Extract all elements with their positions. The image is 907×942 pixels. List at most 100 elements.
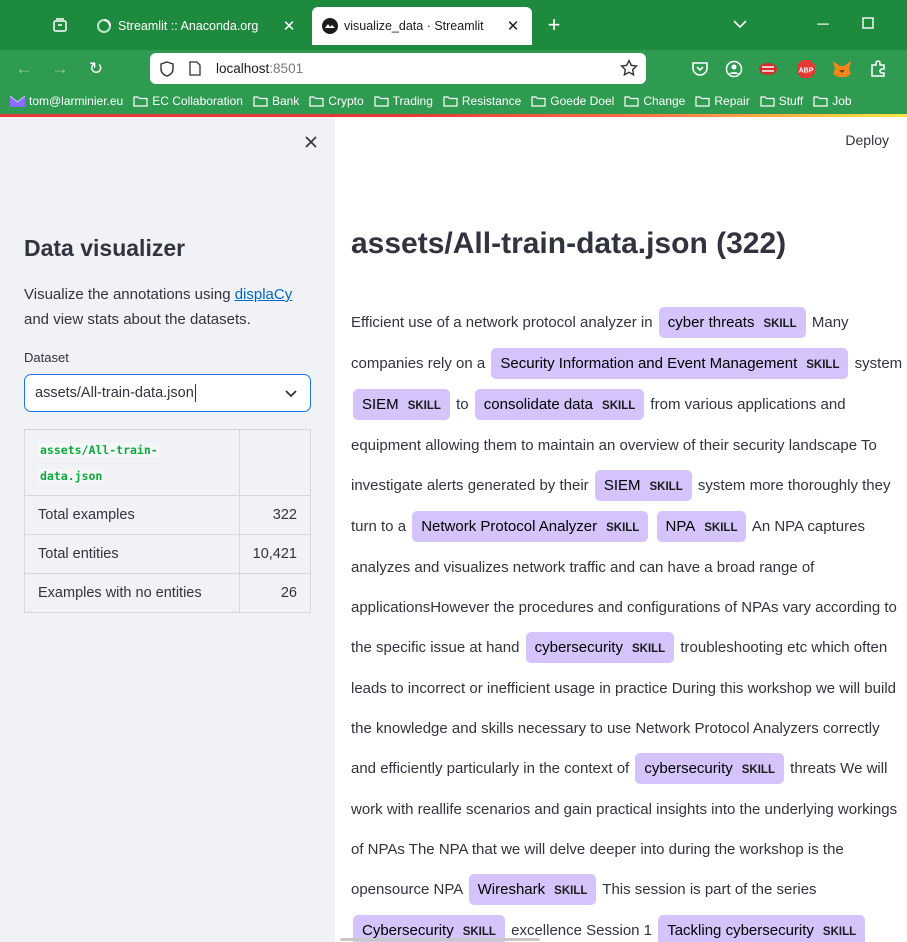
extensions-puzzle-icon[interactable]	[866, 57, 890, 81]
sidebar-title: Data visualizer	[24, 235, 186, 261]
shield-icon[interactable]	[156, 58, 178, 80]
browser-tab-bar: Streamlit :: Anaconda.org ✕ visualize_da…	[0, 0, 907, 50]
entity-label: SKILL	[763, 318, 797, 330]
entity-highlight: SIEM SKILL	[594, 470, 692, 501]
browser-nav-bar: ← → ↻ localhost:8501 ABP	[0, 50, 907, 88]
entity-text: cyber threats	[667, 314, 755, 331]
text-span: threats We will work with reallife scena…	[351, 760, 898, 898]
bookmark-label: Change	[643, 94, 686, 108]
bookmark-star-icon[interactable]	[619, 58, 639, 80]
folder-icon	[443, 96, 458, 107]
entity-text: Network Protocol Analyzer	[421, 518, 598, 535]
list-all-tabs-icon[interactable]	[725, 12, 755, 38]
streamlit-logo-icon	[322, 18, 338, 34]
stat-label: Total examples	[24, 495, 240, 535]
close-tab-icon[interactable]: ✕	[504, 17, 522, 35]
pocket-icon[interactable]	[688, 57, 712, 81]
tab-list-icon[interactable]	[44, 10, 76, 40]
dataset-label: Dataset	[24, 350, 69, 365]
stat-value: 322	[238, 495, 312, 535]
adblock-plus-icon[interactable]: ABP	[794, 57, 818, 81]
entity-label: SKILL	[741, 764, 775, 776]
entity-text: Cybersecurity	[362, 922, 454, 939]
proton-mail-icon	[10, 95, 25, 107]
table-row: Examples with no entities 26	[24, 573, 312, 613]
chevron-down-icon	[285, 390, 297, 398]
entity-label: SKILL	[822, 926, 857, 938]
tab-visualize-data[interactable]: visualize_data · Streamlit ✕	[312, 7, 532, 45]
entity-label: SKILL	[631, 643, 666, 655]
table-header-row: assets/All-train-data.json	[24, 429, 312, 496]
stat-label: Examples with no entities	[24, 573, 240, 613]
text-span: This session is part of the series	[598, 881, 817, 898]
bookmark-folder-ec-collaboration[interactable]: EC Collaboration	[133, 94, 243, 108]
stat-value: 26	[238, 573, 312, 613]
entity-text: cybersecurity	[644, 760, 733, 777]
entity-highlight: Security Information and Event Managemen…	[491, 348, 849, 379]
displacy-visualization: Efficient use of a network protocol anal…	[351, 303, 907, 942]
bookmark-folder-job[interactable]: Job	[813, 94, 852, 108]
close-sidebar-icon[interactable]	[300, 131, 322, 153]
back-arrow-icon[interactable]: ←	[10, 56, 38, 82]
bookmark-label: tom@larminier.eu	[29, 94, 124, 108]
url-bar[interactable]: localhost:8501	[150, 53, 646, 84]
bookmark-folder-goede-doel[interactable]: Goede Doel	[531, 94, 614, 108]
bookmark-folder-crypto[interactable]: Crypto	[309, 94, 364, 108]
entity-label: SKILL	[649, 481, 683, 493]
folder-icon	[813, 96, 828, 107]
url-port: :8501	[269, 61, 304, 76]
text-cursor	[194, 384, 196, 402]
forward-arrow-icon[interactable]: →	[46, 56, 74, 82]
text-span: to	[451, 396, 473, 413]
dataset-select[interactable]: assets/All-train-data.json	[24, 374, 311, 412]
bookmark-proton-mail[interactable]: tom@larminier.eu	[10, 94, 123, 108]
entity-highlight: NPA SKILL	[656, 511, 747, 542]
account-icon[interactable]	[722, 57, 746, 81]
close-tab-icon[interactable]: ✕	[280, 17, 298, 35]
entity-text: NPA	[665, 518, 696, 535]
bookmark-label: Bank	[271, 94, 300, 108]
entity-text: SIEM	[603, 477, 641, 494]
maximize-window-icon[interactable]	[853, 12, 883, 38]
entity-highlight: cyber threats SKILL	[658, 307, 806, 338]
text-span: system	[850, 355, 903, 372]
stat-label: Total entities	[24, 534, 240, 574]
bookmark-folder-resistance[interactable]: Resistance	[443, 94, 521, 108]
bookmark-folder-trading[interactable]: Trading	[374, 94, 433, 108]
page-info-icon[interactable]	[184, 58, 206, 80]
folder-icon	[253, 96, 268, 107]
bookmark-folder-bank[interactable]: Bank	[253, 94, 299, 108]
entity-highlight: consolidate data SKILL	[474, 389, 645, 420]
tab-title: Streamlit :: Anaconda.org	[118, 19, 259, 33]
new-tab-button[interactable]: +	[540, 12, 568, 40]
text-span: Efficient use of a network protocol anal…	[351, 314, 657, 331]
description-text: Visualize the annotations using	[24, 286, 235, 303]
bookmark-folder-stuff[interactable]: Stuff	[760, 94, 803, 108]
displacy-link[interactable]: displaCy	[235, 286, 293, 303]
bookmark-folder-repair[interactable]: Repair	[695, 94, 750, 108]
entity-label: SKILL	[704, 522, 738, 534]
horizontal-scrollbar[interactable]	[340, 938, 540, 941]
bookmark-label: Resistance	[461, 94, 522, 108]
metamask-fox-icon[interactable]	[830, 57, 854, 81]
entity-label: SKILL	[554, 885, 588, 897]
entity-highlight: SIEM SKILL	[353, 389, 450, 420]
tab-anaconda[interactable]: Streamlit :: Anaconda.org ✕	[86, 8, 308, 44]
entity-text: Wireshark	[477, 881, 546, 898]
sidebar: Data visualizer Visualize the annotation…	[0, 117, 335, 942]
bookmark-label: Trading	[392, 94, 433, 108]
bookmark-folder-change[interactable]: Change	[624, 94, 685, 108]
folder-icon	[531, 96, 546, 107]
deploy-button[interactable]: Deploy	[845, 132, 889, 148]
url-host: localhost	[216, 61, 270, 76]
lastpass-extension-icon[interactable]	[756, 57, 780, 81]
bookmark-label: Crypto	[328, 94, 364, 108]
entity-label: SKILL	[407, 400, 441, 412]
dataset-select-value: assets/All-train-data.json	[35, 385, 194, 401]
entity-text: Security Information and Event Managemen…	[500, 355, 798, 372]
description-text: and view stats about the datasets.	[24, 311, 251, 328]
minimize-window-icon[interactable]: ─	[808, 12, 838, 38]
page-title: assets/All-train-data.json (322)	[351, 227, 787, 260]
reload-icon[interactable]: ↻	[82, 56, 110, 82]
main-content: Deploy assets/All-train-data.json (322) …	[335, 117, 907, 942]
